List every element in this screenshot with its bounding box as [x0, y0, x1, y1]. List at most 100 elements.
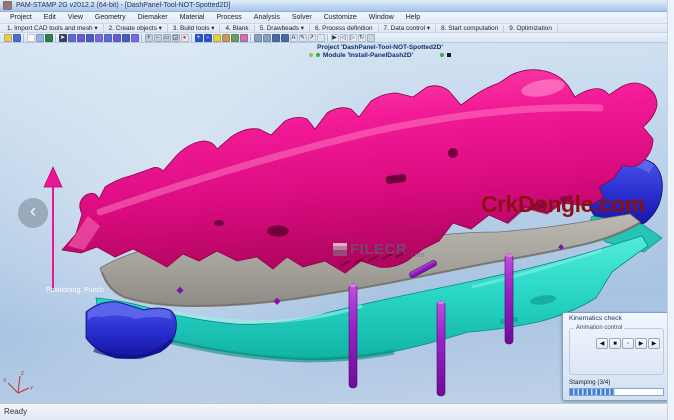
panel-layout-icon[interactable]	[254, 34, 262, 42]
menu-item-customize[interactable]: Customize	[318, 14, 363, 21]
anim-step-forward-button[interactable]: ▶	[648, 338, 660, 349]
pam-stamp-window: Z X Y Project 'DashPanel-Tool-NOT-Spotte…	[0, 0, 674, 420]
view-axis-triad: Z X Y	[3, 371, 34, 393]
object-table-icon[interactable]	[95, 34, 103, 42]
crkdongle-watermark: CrkDongle.com	[481, 191, 644, 218]
object-table-icon[interactable]	[77, 34, 85, 42]
frame-back-icon[interactable]: ◁	[340, 34, 348, 42]
object-table-icon[interactable]	[122, 34, 130, 42]
svg-text:X: X	[3, 378, 7, 384]
add-object-icon[interactable]: +	[195, 34, 203, 42]
progress-fill	[570, 389, 615, 395]
toolbar-step-5-button[interactable]: 5. Drawbeads ▾	[255, 24, 310, 32]
app-icon	[3, 1, 12, 10]
text-annotation-icon[interactable]: A	[290, 34, 298, 42]
new-document-icon[interactable]	[27, 34, 35, 42]
toolbar-step-6-button[interactable]: 6. Process definition	[310, 25, 379, 32]
draw-annotation-icon[interactable]: ✎	[299, 34, 307, 42]
line-tool-icon[interactable]	[281, 34, 289, 42]
anim-stop-button[interactable]: ■	[609, 338, 621, 349]
frame-forward-icon[interactable]: ▷	[349, 34, 357, 42]
filecr-logo-icon	[333, 243, 347, 256]
status-dot-icon	[316, 53, 320, 57]
grid-view-icon[interactable]	[263, 34, 271, 42]
menu-item-geometry[interactable]: Geometry	[89, 14, 132, 21]
toolbar-step-1-button[interactable]: 1. Import CAD tools and mesh ▾	[2, 24, 104, 32]
zoom-fit-icon[interactable]: ▭	[163, 34, 171, 42]
frame-edge	[667, 0, 674, 420]
kinematics-check-panel: Kinematics check Animation control ◀■▪▶▶…	[562, 312, 669, 401]
panel-title: Kinematics check	[563, 313, 668, 322]
settings-icon[interactable]	[367, 34, 375, 42]
3d-viewport[interactable]: Z X Y Project 'DashPanel-Tool-NOT-Spotte…	[0, 43, 674, 403]
mesh-icon[interactable]	[45, 34, 53, 42]
menu-item-help[interactable]: Help	[400, 14, 426, 21]
toolbar-separator	[55, 34, 56, 42]
menu-item-window[interactable]: Window	[363, 14, 400, 21]
anim-play-button[interactable]: ▶	[635, 338, 647, 349]
filecr-watermark: FILECR .com	[333, 243, 424, 259]
menu-item-view[interactable]: View	[62, 14, 89, 21]
status-dot-icon	[440, 53, 444, 57]
object-table-icon[interactable]	[86, 34, 94, 42]
module-name-line: Module 'Install-PanelDash2D'	[323, 52, 413, 60]
project-name-line: Project 'DashPanel-Tool-NOT-Spotted2D'	[250, 44, 510, 52]
menu-item-material[interactable]: Material	[174, 14, 211, 21]
menu-bar: ProjectEditViewGeometryDiemakerMaterialP…	[0, 12, 674, 24]
toolbar-step-9-button[interactable]: 9. Optimization	[504, 25, 558, 32]
toolbar-separator	[191, 34, 192, 42]
toolbar-step-8-button[interactable]: 8. Start computation	[436, 25, 504, 32]
object-table-icon[interactable]	[104, 34, 112, 42]
arrow-annotation-icon[interactable]: ↗	[308, 34, 316, 42]
zoom-area-icon[interactable]: ◲	[172, 34, 180, 42]
group-label: Animation control	[574, 325, 624, 331]
save-icon[interactable]	[13, 34, 21, 42]
window-title: PAM-STAMP 2G v2012.2 (64-bit) - [DashPan…	[16, 2, 230, 9]
image-capture-icon[interactable]	[317, 34, 325, 42]
direction-arrow-annotation	[44, 167, 62, 290]
menu-item-solver[interactable]: Solver	[286, 14, 318, 21]
object-table-icon[interactable]	[68, 34, 76, 42]
toolbar-step-4-button[interactable]: 4. Blank	[220, 25, 254, 32]
open-project-icon[interactable]	[4, 34, 12, 42]
status-bar: Ready	[0, 403, 674, 420]
measure-icon[interactable]	[213, 34, 221, 42]
toolbar-separator	[23, 34, 24, 42]
menu-item-project[interactable]: Project	[4, 14, 38, 21]
play-animation-icon[interactable]: ▶	[331, 34, 339, 42]
zoom-in-icon[interactable]: +	[145, 34, 153, 42]
pencil-icon[interactable]	[222, 34, 230, 42]
object-table-icon[interactable]	[113, 34, 121, 42]
anim-pause-button[interactable]: ▪	[622, 338, 634, 349]
zoom-out-icon[interactable]: −	[154, 34, 162, 42]
blankholder-left-part[interactable]	[86, 302, 176, 359]
toolbar-step-2-button[interactable]: 2. Create objects ▾	[104, 24, 168, 32]
menu-item-diemaker[interactable]: Diemaker	[132, 14, 174, 21]
remove-object-icon[interactable]: −	[204, 34, 212, 42]
curve-tool-icon[interactable]	[272, 34, 280, 42]
copy-object-icon[interactable]	[36, 34, 44, 42]
toolbar-separator	[141, 34, 142, 42]
anim-step-back-button[interactable]: ◀	[596, 338, 608, 349]
toolbar-step-3-button[interactable]: 3. Build tools ▾	[168, 24, 221, 32]
status-dot-icon	[309, 53, 313, 57]
menu-item-edit[interactable]: Edit	[38, 14, 62, 21]
icon-toolbar: ➤+−▭◲●+−A✎↗▶◁▷↻	[0, 33, 674, 43]
positioning-label: Positioning: Punch	[46, 287, 104, 294]
loop-animation-icon[interactable]: ↻	[358, 34, 366, 42]
tag-icon[interactable]	[240, 34, 248, 42]
title-bar: PAM-STAMP 2G v2012.2 (64-bit) - [DashPan…	[0, 0, 674, 12]
select-arrow-icon[interactable]: ➤	[59, 34, 67, 42]
workflow-toolbar: 1. Import CAD tools and mesh ▾2. Create …	[0, 24, 674, 33]
chevron-left-icon[interactable]: ‹	[18, 198, 48, 228]
toolbar-step-7-button[interactable]: 7. Data control ▾	[379, 24, 437, 32]
menu-item-process[interactable]: Process	[211, 14, 248, 21]
record-view-icon[interactable]: ●	[181, 34, 189, 42]
menu-item-analysis[interactable]: Analysis	[248, 14, 286, 21]
object-table-icon[interactable]	[131, 34, 139, 42]
project-info: Project 'DashPanel-Tool-NOT-Spotted2D' M…	[250, 44, 510, 59]
svg-text:Y: Y	[30, 386, 34, 392]
stage-label: Stamping (3/4)	[569, 379, 610, 386]
toolbar-separator	[327, 34, 328, 42]
section-icon[interactable]	[231, 34, 239, 42]
